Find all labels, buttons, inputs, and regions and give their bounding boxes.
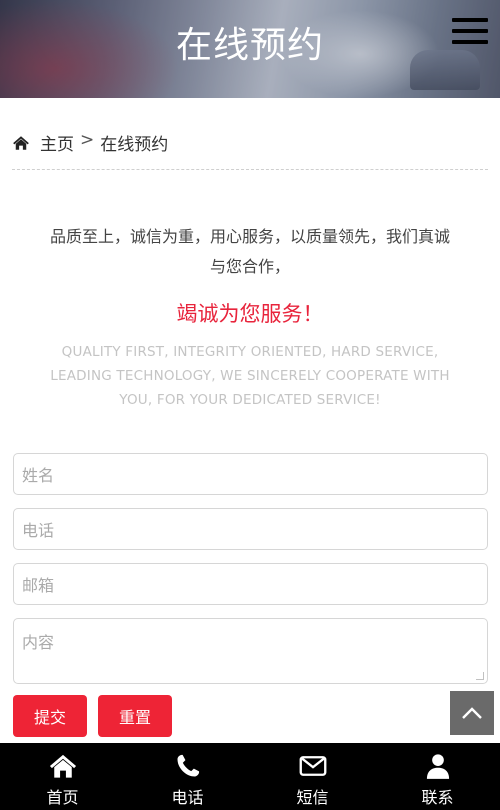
phone-icon — [177, 754, 199, 777]
intro-section: 品质至上，诚信为重，用心服务，以质量领先，我们真诚 与您合作， 竭诚为您服务！ … — [20, 222, 480, 412]
nav-label: 电话 — [171, 788, 204, 807]
home-icon — [13, 136, 29, 150]
english-tagline-line: LEADING TECHNOLOGY, WE SINCERELY COOPERA… — [50, 368, 450, 384]
content-textarea[interactable]: 内容 — [13, 618, 488, 684]
intro-text: 与您合作， — [209, 257, 290, 276]
submit-button[interactable]: 提交 — [13, 695, 87, 737]
nav-label: 联系 — [421, 788, 454, 807]
breadcrumb-current: 在线预约 — [100, 135, 169, 155]
nav-label: 短信 — [296, 788, 329, 807]
resize-handle-icon[interactable] — [476, 672, 484, 680]
slogan: 竭诚为您服务！ — [176, 302, 324, 326]
user-icon — [426, 754, 449, 779]
reset-button[interactable]: 重置 — [98, 695, 172, 737]
phone-input[interactable]: 电话 — [13, 508, 488, 550]
breadcrumb: 主页 > 在线预约 — [12, 130, 488, 170]
hamburger-menu-icon[interactable] — [452, 18, 488, 48]
menu-bar — [452, 40, 488, 44]
form-actions: 提交 重置 — [13, 695, 488, 737]
chevron-up-icon — [462, 707, 482, 719]
english-tagline: QUALITY FIRST, INTEGRITY ORIENTED, HARD … — [20, 340, 480, 412]
header-banner: 在线预约 — [0, 0, 500, 98]
email-input[interactable]: 邮箱 — [13, 563, 488, 605]
breadcrumb-home-link[interactable]: 主页 — [40, 130, 74, 155]
name-input[interactable]: 姓名 — [13, 453, 488, 495]
nav-item-sms[interactable]: 短信 — [250, 743, 375, 810]
envelope-icon — [299, 756, 326, 776]
breadcrumb-separator: > — [80, 130, 95, 150]
nav-label: 首页 — [46, 788, 79, 807]
back-to-top-button[interactable] — [450, 691, 494, 735]
english-tagline-line: QUALITY FIRST, INTEGRITY ORIENTED, HARD … — [61, 344, 439, 360]
bottom-nav: 首页 电话 短信 联系 — [0, 743, 500, 810]
intro-text: 品质至上，诚信为重，用心服务，以质量领先，我们真诚 — [49, 227, 450, 246]
english-tagline-line: YOU, FOR YOUR DEDICATED SERVICE! — [119, 392, 381, 408]
menu-bar — [452, 18, 488, 22]
home-icon — [49, 754, 76, 778]
nav-item-contact[interactable]: 联系 — [375, 743, 500, 810]
booking-form: 姓名 电话 邮箱 内容 提交 重置 — [13, 453, 488, 737]
menu-bar — [452, 29, 488, 33]
page-title: 在线预约 — [175, 25, 324, 66]
nav-item-home[interactable]: 首页 — [0, 743, 125, 810]
nav-item-phone[interactable]: 电话 — [125, 743, 250, 810]
content-placeholder: 内容 — [22, 633, 55, 652]
